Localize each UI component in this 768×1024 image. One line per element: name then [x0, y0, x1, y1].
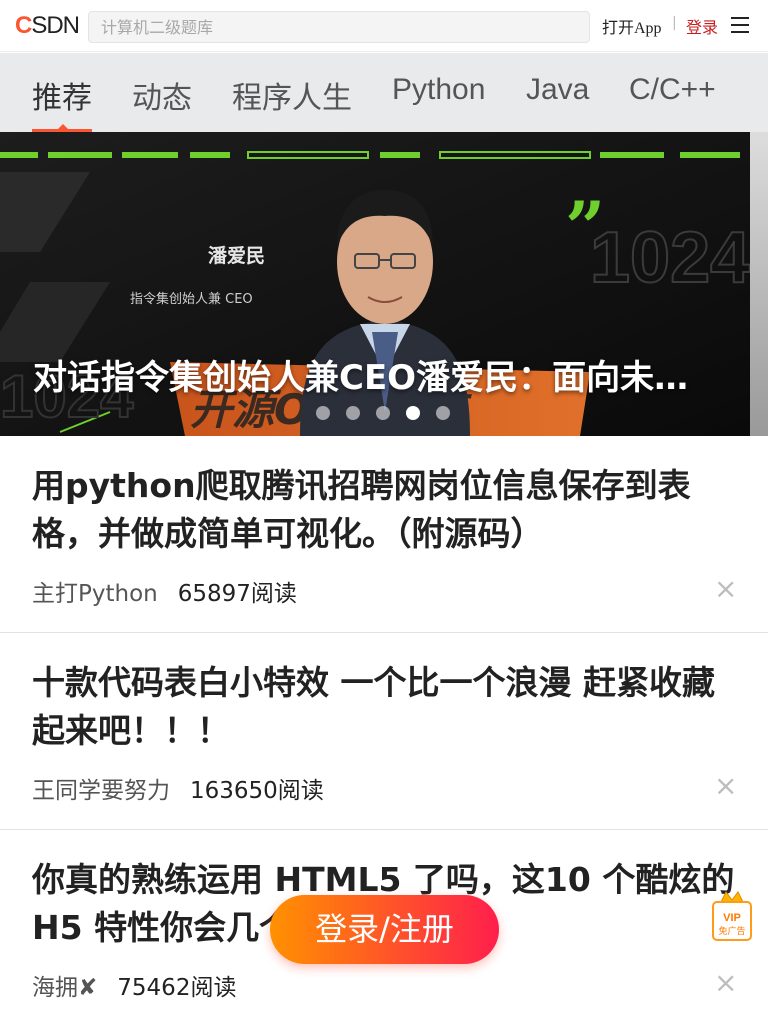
article-card[interactable]: 用python爬取腾讯招聘网岗位信息保存到表格，并做成简单可视化。（附源码） 主… [0, 436, 768, 633]
carousel-dots [316, 406, 450, 420]
quote-mark-icon: ” [565, 186, 605, 269]
category-tabs: 推荐 动态 程序人生 Python Java C/C++ [0, 53, 768, 132]
article-title[interactable]: 十款代码表白小特效 一个比一个浪漫 赶紧收藏起来吧！！！ [32, 659, 736, 755]
separator: | [672, 15, 677, 31]
article-meta: 王同学要努力 163650阅读 [32, 771, 324, 805]
logo-c: C [15, 12, 32, 39]
tab-python[interactable]: Python [392, 73, 485, 107]
article-title[interactable]: 用python爬取腾讯招聘网岗位信息保存到表格，并做成简单可视化。（附源码） [32, 462, 736, 558]
close-icon[interactable]: × [714, 769, 737, 802]
article-meta: 海拥✘ 75462阅读 [32, 968, 236, 1002]
hamburger-menu-icon[interactable] [731, 17, 749, 33]
article-author[interactable]: 王同学要努力 [32, 778, 170, 804]
speaker-name: 潘爱民 [208, 244, 265, 267]
carousel-dot[interactable] [346, 406, 360, 420]
watermark-text: 1024 [590, 218, 750, 298]
carousel-dot[interactable] [376, 406, 390, 420]
tab-recommend[interactable]: 推荐 [32, 73, 92, 117]
tab-dynamic[interactable]: 动态 [132, 73, 192, 117]
search-box[interactable] [88, 11, 590, 43]
close-icon[interactable]: × [714, 966, 737, 999]
next-banner-peek[interactable] [750, 132, 768, 436]
vip-label: VIP [723, 912, 741, 924]
login-link[interactable]: 登录 [686, 14, 718, 38]
article-author[interactable]: 主打Python [32, 581, 158, 607]
speaker-role: 指令集创始人兼 CEO [130, 291, 253, 307]
banner-carousel[interactable]: 1024 1024 ” 开源OS人物志 潘爱民 指令集创始人兼 CEO 对话指令… [0, 132, 750, 436]
search-input[interactable] [101, 12, 577, 42]
tab-programmer-life[interactable]: 程序人生 [232, 73, 352, 117]
article-reads: 75462阅读 [117, 975, 237, 1001]
login-register-button[interactable]: 登录/注册 [270, 895, 499, 964]
banner-title[interactable]: 对话指令集创始人兼CEO潘爱民：面向未… [33, 350, 688, 399]
article-card[interactable]: 十款代码表白小特效 一个比一个浪漫 赶紧收藏起来吧！！！ 王同学要努力 16365… [0, 633, 768, 830]
csdn-logo[interactable]: C SDN [15, 12, 80, 40]
article-reads: 163650阅读 [190, 778, 324, 804]
article-reads: 65897阅读 [177, 581, 297, 607]
logo-rest: SDN [31, 12, 80, 39]
tab-c-cpp[interactable]: C/C++ [629, 73, 716, 107]
close-icon[interactable]: × [714, 572, 737, 605]
open-app-link[interactable]: 打开App [602, 14, 662, 38]
top-bar: CSDN 打开App | 登录 [0, 0, 768, 52]
carousel-dot[interactable] [436, 406, 450, 420]
tab-java[interactable]: Java [526, 73, 589, 107]
vip-ad-free-badge[interactable]: VIP 免广告 [712, 890, 752, 942]
vip-sublabel: 免广告 [718, 925, 745, 937]
tabs-fade [728, 53, 768, 132]
article-meta: 主打Python 65897阅读 [32, 574, 297, 608]
carousel-dot[interactable] [316, 406, 330, 420]
article-author[interactable]: 海拥✘ [32, 975, 97, 1001]
carousel-dot-active[interactable] [406, 406, 420, 420]
